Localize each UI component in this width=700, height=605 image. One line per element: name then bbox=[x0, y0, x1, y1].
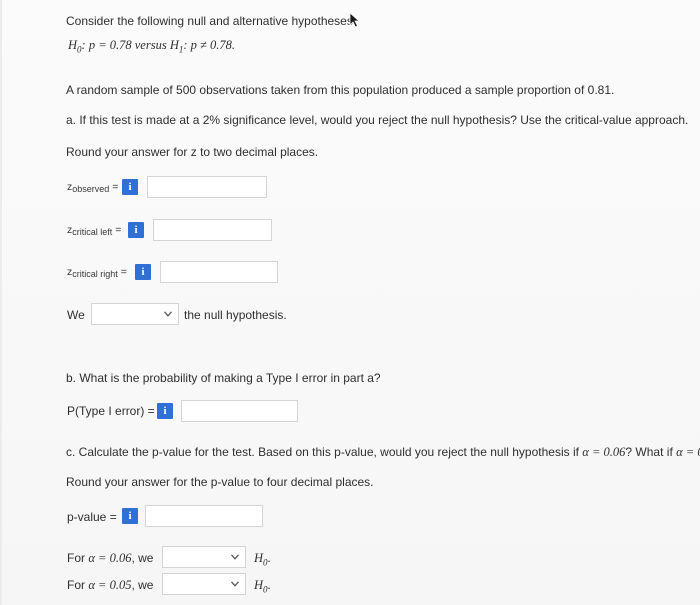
type1-error-label: P(Type I error) = bbox=[67, 404, 155, 418]
info-icon[interactable]: i bbox=[122, 179, 138, 195]
part-b-prompt: b. What is the probability of making a T… bbox=[66, 371, 381, 385]
z-observed-input[interactable] bbox=[147, 176, 267, 198]
info-icon[interactable]: i bbox=[122, 508, 138, 524]
chevron-down-icon bbox=[164, 311, 172, 317]
question-page: Consider the following null and alternat… bbox=[0, 0, 700, 605]
info-icon[interactable]: i bbox=[128, 222, 144, 238]
alpha-006-decision-select[interactable] bbox=[162, 546, 246, 568]
part-c-round-note: Round your answer for the p-value to fou… bbox=[66, 475, 374, 489]
sample-description: A random sample of 500 observations take… bbox=[66, 83, 615, 97]
z-critical-left-label: zcritical left = bbox=[67, 224, 122, 237]
intro-text: Consider the following null and alternat… bbox=[66, 14, 357, 28]
null-hypothesis-text: the null hypothesis. bbox=[184, 308, 287, 322]
part-a-round-note: Round your answer for z to two decimal p… bbox=[66, 145, 319, 159]
info-icon[interactable]: i bbox=[157, 403, 173, 419]
p-value-input[interactable] bbox=[145, 505, 263, 527]
for-alpha-006-label: For α = 0.06, we bbox=[67, 551, 154, 565]
reject-decision-select[interactable] bbox=[91, 303, 179, 325]
h0-suffix-006: H0. bbox=[254, 551, 271, 568]
for-alpha-005-label: For α = 0.05, we bbox=[67, 578, 154, 592]
h0-suffix-005: H0. bbox=[254, 578, 271, 595]
chevron-down-icon bbox=[231, 554, 239, 560]
info-icon[interactable]: i bbox=[135, 264, 151, 280]
alpha-005-decision-select[interactable] bbox=[162, 573, 246, 595]
hypotheses-line: H0: p = 0.78 versus H1: p ≠ 0.78. bbox=[68, 38, 235, 55]
part-c-prompt: c. Calculate the p-value for the test. B… bbox=[66, 445, 700, 460]
part-a-prompt: a. If this test is made at a 2% signific… bbox=[66, 113, 689, 127]
mouse-cursor-icon bbox=[349, 12, 361, 28]
alpha-005: α = 0.05 bbox=[676, 445, 700, 459]
z-critical-right-input[interactable] bbox=[160, 261, 278, 283]
h0-symbol: H bbox=[68, 38, 78, 52]
h1-statement: : p ≠ 0.78. bbox=[183, 38, 236, 52]
z-critical-left-input[interactable] bbox=[153, 219, 272, 241]
alpha-006: α = 0.06 bbox=[582, 445, 626, 459]
z-critical-right-label: zcritical right = bbox=[67, 266, 127, 279]
chevron-down-icon bbox=[231, 581, 239, 587]
z-observed-label: zobserved = bbox=[67, 181, 119, 194]
p-value-label: p-value = bbox=[67, 510, 117, 524]
we-label: We bbox=[67, 308, 85, 322]
type1-error-input[interactable] bbox=[181, 400, 298, 422]
h0-statement: : p = 0.78 versus H bbox=[81, 38, 179, 52]
